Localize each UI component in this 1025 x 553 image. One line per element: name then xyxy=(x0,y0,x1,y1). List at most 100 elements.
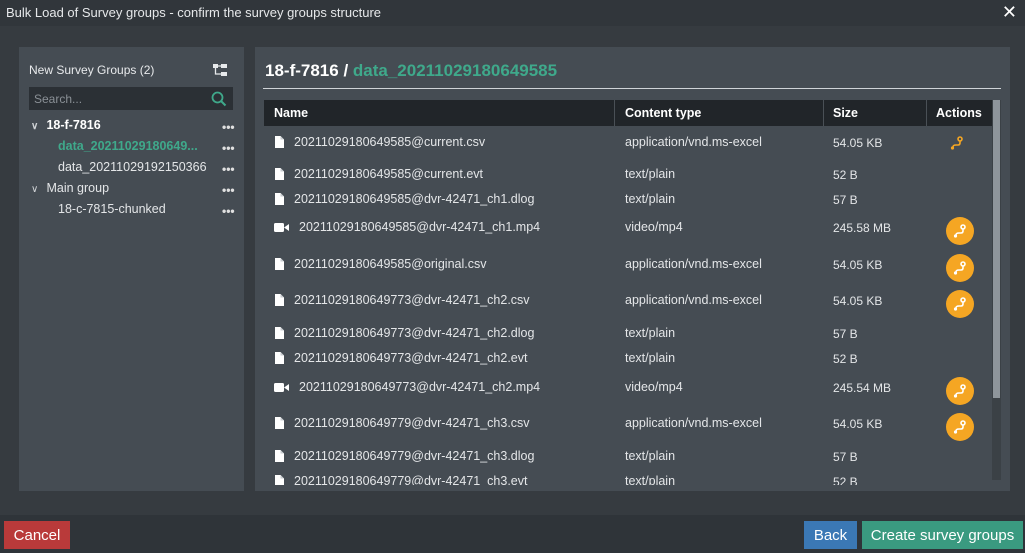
file-size: 57 B xyxy=(833,193,858,207)
route-action-button[interactable] xyxy=(946,254,974,282)
table-row[interactable]: 20211029180649773@dvr-42471_ch2.csv appli… xyxy=(264,288,993,318)
file-size: 52 B xyxy=(833,352,858,366)
video-icon xyxy=(274,222,289,234)
file-size: 57 B xyxy=(833,327,858,341)
route-action-button[interactable] xyxy=(946,413,974,441)
file-size: 245.58 MB xyxy=(833,221,892,235)
files-panel: 18-f-7816 / data_20211029180649585 Name … xyxy=(255,47,1010,491)
tree-structure-icon[interactable] xyxy=(212,63,228,77)
tree-node[interactable]: 18-c-7815-chunked xyxy=(58,202,166,216)
more-options-icon[interactable]: ••• xyxy=(222,183,235,197)
file-icon xyxy=(274,450,284,462)
table-row[interactable]: 20211029180649585@current.csv application… xyxy=(264,130,993,160)
search-input[interactable] xyxy=(30,88,205,109)
tree-node-selected[interactable]: data_20211029180649... xyxy=(58,139,198,153)
tree-node-label: 18-c-7815-chunked xyxy=(58,202,166,216)
file-size: 54.05 KB xyxy=(833,258,883,272)
title-divider xyxy=(263,88,1001,89)
file-content-type: application/vnd.ms-excel xyxy=(625,257,762,271)
table-row[interactable]: 20211029180649779@dvr-42471_ch3.evt text/… xyxy=(264,469,993,485)
more-options-icon[interactable]: ••• xyxy=(222,120,235,134)
file-size: 54.05 KB xyxy=(833,294,883,308)
table-row[interactable]: 20211029180649585@dvr-42471_ch1.mp4 video… xyxy=(264,215,993,245)
tree-node-main-group[interactable]: ∨ Main group xyxy=(31,181,109,195)
file-name: 20211029180649585@original.csv xyxy=(294,257,487,271)
file-name: 20211029180649585@dvr-42471_ch1.mp4 xyxy=(299,220,541,234)
file-name: 20211029180649773@dvr-42471_ch2.evt xyxy=(294,351,528,365)
route-action-button[interactable] xyxy=(946,377,974,405)
file-name: 20211029180649585@current.csv xyxy=(294,135,486,149)
column-divider xyxy=(926,100,927,126)
column-header-name[interactable]: Name xyxy=(274,106,308,120)
search-box xyxy=(29,87,233,110)
chevron-down-icon[interactable]: ∨ xyxy=(31,121,43,132)
table-row[interactable]: 20211029180649779@dvr-42471_ch3.csv appli… xyxy=(264,411,993,441)
breadcrumb-item: data_20211029180649585 xyxy=(352,61,558,80)
table-row[interactable]: 20211029180649773@dvr-42471_ch2.evt text/… xyxy=(264,346,993,376)
file-icon xyxy=(274,327,284,339)
file-content-type: text/plain xyxy=(625,449,676,463)
tree-node-label: Main group xyxy=(46,181,110,195)
file-content-type: text/plain xyxy=(625,474,676,485)
more-options-icon[interactable]: ••• xyxy=(222,162,235,176)
route-icon[interactable] xyxy=(950,136,970,156)
file-size: 245.54 MB xyxy=(833,381,892,395)
more-options-icon[interactable]: ••• xyxy=(222,204,235,218)
files-table-body: 20211029180649585@current.csv application… xyxy=(264,126,993,485)
file-icon xyxy=(274,193,284,205)
file-icon xyxy=(274,417,284,429)
survey-groups-panel: New Survey Groups (2) ∨ 18-f-7816 ••• da… xyxy=(19,47,244,491)
file-name: 20211029180649779@dvr-42471_ch3.evt xyxy=(294,474,528,485)
table-scrollbar[interactable] xyxy=(992,100,1001,480)
file-size: 52 B xyxy=(833,475,858,485)
search-icon[interactable] xyxy=(211,91,227,107)
chevron-down-icon[interactable]: ∨ xyxy=(31,184,43,195)
more-options-icon[interactable]: ••• xyxy=(222,141,235,155)
file-name: 20211029180649779@dvr-42471_ch3.csv xyxy=(294,416,530,430)
tree-node[interactable]: data_20211029192150366 xyxy=(58,160,207,174)
table-row[interactable]: 20211029180649585@dvr-42471_ch1.dlog text… xyxy=(264,187,993,217)
route-action-button[interactable] xyxy=(946,290,974,318)
file-icon xyxy=(274,136,284,148)
tree-node-18-f-7816[interactable]: ∨ 18-f-7816 xyxy=(31,118,101,132)
file-content-type: text/plain xyxy=(625,326,676,340)
breadcrumb-group: 18-f-7816 xyxy=(265,61,339,80)
table-row[interactable]: 20211029180649585@original.csv applicatio… xyxy=(264,252,993,282)
file-content-type: application/vnd.ms-excel xyxy=(625,416,762,430)
create-survey-groups-button[interactable]: Create survey groups xyxy=(862,521,1023,549)
tree-node-label: data_20211029192150366 xyxy=(58,160,207,174)
file-icon xyxy=(274,352,284,364)
video-icon xyxy=(274,382,289,394)
file-content-type: text/plain xyxy=(625,167,676,181)
column-header-size[interactable]: Size xyxy=(833,106,858,120)
file-content-type: application/vnd.ms-excel xyxy=(625,293,762,307)
column-header-content-type[interactable]: Content type xyxy=(625,106,701,120)
file-size: 54.05 KB xyxy=(833,136,883,150)
file-content-type: text/plain xyxy=(625,192,676,206)
file-name: 20211029180649773@dvr-42471_ch2.mp4 xyxy=(299,380,541,394)
file-content-type: application/vnd.ms-excel xyxy=(625,135,762,149)
column-divider xyxy=(823,100,824,126)
file-name: 20211029180649773@dvr-42471_ch2.dlog xyxy=(294,326,535,340)
breadcrumb: 18-f-7816 / data_20211029180649585 xyxy=(265,61,557,81)
file-name: 20211029180649585@current.evt xyxy=(294,167,483,181)
close-icon[interactable]: ✕ xyxy=(1002,2,1017,23)
file-name: 20211029180649773@dvr-42471_ch2.csv xyxy=(294,293,530,307)
survey-groups-title: New Survey Groups (2) xyxy=(29,63,155,77)
tree-node-label: 18-f-7816 xyxy=(46,118,101,132)
scrollbar-thumb[interactable] xyxy=(993,100,1000,398)
window-title: Bulk Load of Survey groups - confirm the… xyxy=(6,5,382,20)
back-button[interactable]: Back xyxy=(804,521,857,549)
column-header-actions: Actions xyxy=(936,106,982,120)
file-size: 57 B xyxy=(833,450,858,464)
tree-node-label: data_20211029180649... xyxy=(58,139,198,153)
window-titlebar: Bulk Load of Survey groups - confirm the… xyxy=(0,0,1025,26)
file-content-type: text/plain xyxy=(625,351,676,365)
table-row[interactable]: 20211029180649773@dvr-42471_ch2.mp4 video… xyxy=(264,375,993,405)
cancel-button[interactable]: Cancel xyxy=(4,521,70,549)
route-action-button[interactable] xyxy=(946,217,974,245)
file-name: 20211029180649585@dvr-42471_ch1.dlog xyxy=(294,192,535,206)
column-divider xyxy=(614,100,615,126)
file-size: 52 B xyxy=(833,168,858,182)
table-header: Name Content type Size Actions xyxy=(264,100,993,126)
